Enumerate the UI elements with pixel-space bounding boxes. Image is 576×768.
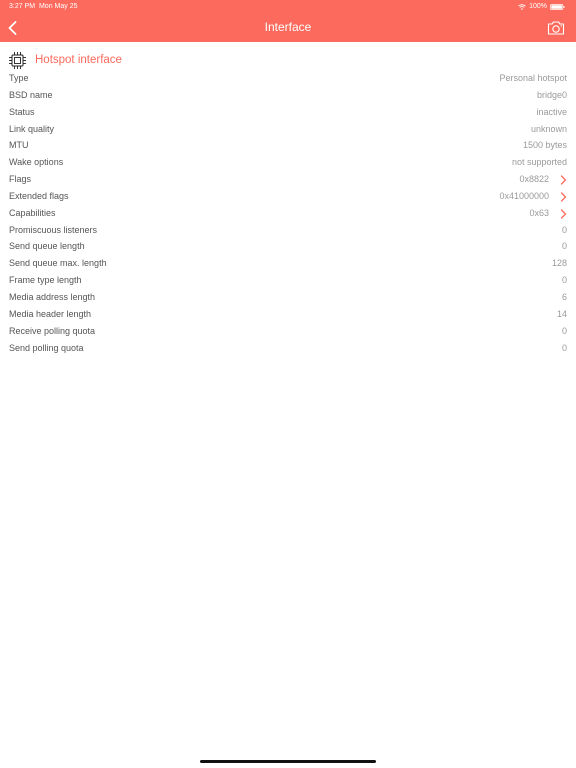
row-label: Media address length — [9, 291, 96, 302]
row-label: Send queue length — [9, 241, 85, 252]
chevron-right-icon — [560, 192, 567, 202]
row-value: 0x8822 — [519, 174, 549, 185]
row-value: inactive — [536, 106, 567, 117]
row-type: Type Personal hotspot — [0, 70, 576, 87]
row-label: Link quality — [9, 123, 55, 134]
row-value: 6 — [561, 291, 567, 302]
row-media-address-length: Media address length 6 — [0, 289, 576, 306]
row-value: bridge0 — [536, 89, 567, 100]
row-frame-type-length: Frame type length 0 — [0, 272, 576, 289]
row-value: not supported — [511, 157, 567, 168]
battery-icon — [550, 3, 565, 10]
row-receive-polling-quota: Receive polling quota 0 — [0, 323, 576, 340]
row-flags[interactable]: Flags 0x8822 — [0, 171, 576, 188]
row-label: Media header length — [9, 308, 92, 319]
row-send-polling-quota: Send polling quota 0 — [0, 340, 576, 357]
row-label: Flags — [9, 174, 32, 185]
row-media-header-length: Media header length 14 — [0, 306, 576, 323]
row-bsd-name: BSD name bridge0 — [0, 87, 576, 104]
row-label: Promiscuous listeners — [9, 224, 98, 235]
chevron-right-icon — [560, 175, 567, 185]
chip-icon — [9, 51, 26, 69]
row-label: BSD name — [9, 89, 53, 100]
row-send-queue-length: Send queue length 0 — [0, 238, 576, 255]
chevron-right-icon — [560, 209, 567, 219]
status-indicators: 100% — [518, 3, 565, 10]
row-label: Receive polling quota — [9, 325, 96, 336]
battery-percent: 100% — [529, 3, 547, 10]
row-extended-flags[interactable]: Extended flags 0x41000000 — [0, 188, 576, 205]
row-label: Capabilities — [9, 207, 56, 218]
status-time: 3:27 PM Mon May 25 — [9, 3, 78, 10]
header: 3:27 PM Mon May 25 100% Interface — [0, 0, 576, 42]
row-value: 0 — [561, 325, 567, 336]
status-bar: 3:27 PM Mon May 25 100% — [0, 0, 576, 14]
row-capabilities[interactable]: Capabilities 0x63 — [0, 205, 576, 222]
page-title: Interface — [264, 20, 312, 34]
row-label: Send queue max. length — [9, 258, 107, 269]
row-value: 14 — [556, 308, 567, 319]
row-label: Frame type length — [9, 275, 82, 286]
row-value: unknown — [530, 123, 567, 134]
row-value: Personal hotspot — [499, 73, 567, 83]
row-value: 128 — [551, 258, 567, 269]
row-link-quality: Link quality unknown — [0, 121, 576, 138]
info-list: Type Personal hotspot BSD name bridge0 Statu… — [0, 70, 576, 356]
wifi-icon — [518, 3, 526, 10]
section-header: Hotspot interface — [8, 50, 122, 70]
row-value: 1500 bytes — [522, 140, 567, 151]
row-label: Wake options — [9, 157, 64, 168]
row-promiscuous-listeners: Promiscuous listeners 0 — [0, 222, 576, 239]
row-value: 0x41000000 — [499, 190, 549, 201]
row-label: Type — [9, 73, 29, 83]
section-title: Hotspot interface — [35, 54, 122, 66]
row-value: 0 — [561, 241, 567, 252]
camera-icon[interactable] — [547, 20, 565, 36]
row-label: Extended flags — [9, 190, 69, 201]
home-indicator — [200, 760, 376, 763]
row-value: 0 — [561, 275, 567, 286]
row-status: Status inactive — [0, 104, 576, 121]
row-send-queue-max-length: Send queue max. length 128 — [0, 255, 576, 272]
row-value: 0 — [561, 224, 567, 235]
row-label: Send polling quota — [9, 342, 84, 353]
row-wake-options: Wake options not supported — [0, 154, 576, 171]
row-mtu: MTU 1500 bytes — [0, 137, 576, 154]
row-value: 0x63 — [529, 207, 549, 218]
nav-bar: Interface — [0, 14, 576, 42]
row-value: 0 — [561, 342, 567, 353]
row-label: MTU — [9, 140, 29, 151]
row-label: Status — [9, 106, 35, 117]
